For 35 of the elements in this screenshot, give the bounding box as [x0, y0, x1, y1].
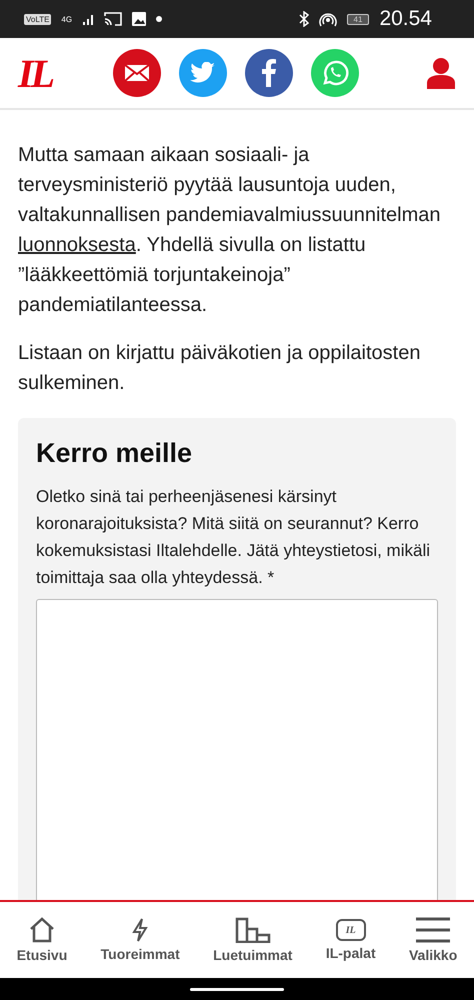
- bluetooth-icon: [298, 11, 309, 27]
- site-logo[interactable]: IL: [18, 50, 113, 96]
- facebook-icon: [262, 59, 276, 87]
- email-share-button[interactable]: [113, 49, 161, 97]
- volte-indicator: VoLTE: [24, 14, 52, 24]
- home-indicator[interactable]: [190, 988, 284, 990]
- battery-level: 41: [346, 14, 370, 24]
- signal-icon: [82, 13, 94, 25]
- paragraph: Listaan on kirjattu päiväkotien ja oppilaitosten sulkeminen.: [18, 341, 422, 396]
- bar-chart-icon: [234, 917, 271, 943]
- form-title: Kerro meille: [36, 438, 194, 469]
- whatsapp-icon: [321, 59, 349, 87]
- nav-item[interactable]: IL IL-palat: [326, 919, 376, 961]
- link[interactable]: luonnoksesta: [18, 234, 136, 256]
- home-icon: [28, 917, 56, 943]
- envelope-icon: [124, 64, 150, 82]
- paragraph: Mutta samaan aikaan sosiaali- ja terveysministeriö pyytää lausuntoja uuden, valtakunnallisen pandemiavalmiussuunnitelman luonnoksesta. Yhdellä sivulla on listattu ”lääkkeettömiä torjuntakeinoja” pandemiatilanteessa.: [18, 143, 442, 318]
- twitter-share-button[interactable]: [179, 49, 227, 97]
- bird-icon: [190, 62, 216, 84]
- network-type: 4G: [61, 14, 72, 24]
- form-prompt: Oletko sinä tai perheenjäsenesi kärsinyt koronarajoituksista? Mitä siitä on seurannut? Kerro kokemuksistasi Iltalehdelle. Jätä yhteystietosi, mikäli toimittaja saa olla yhteydessä. *: [36, 486, 431, 589]
- dot-icon: [156, 16, 162, 22]
- image-icon: [132, 12, 146, 26]
- nav-item[interactable]: Tuoreimmat: [100, 918, 180, 962]
- clock: 20.54: [379, 7, 432, 31]
- nav-item[interactable]: Luetuimmat: [213, 917, 292, 963]
- nav-item[interactable]: Valikko: [408, 917, 458, 963]
- logo-icon: IL: [336, 919, 366, 941]
- menu-icon: [415, 917, 452, 943]
- user-icon[interactable]: [426, 57, 456, 89]
- nav-item[interactable]: Etusivu: [16, 917, 68, 963]
- hotspot-icon: [318, 11, 337, 27]
- bolt-icon: [132, 918, 148, 942]
- cast-icon: [104, 12, 122, 26]
- facebook-share-button[interactable]: [245, 49, 293, 97]
